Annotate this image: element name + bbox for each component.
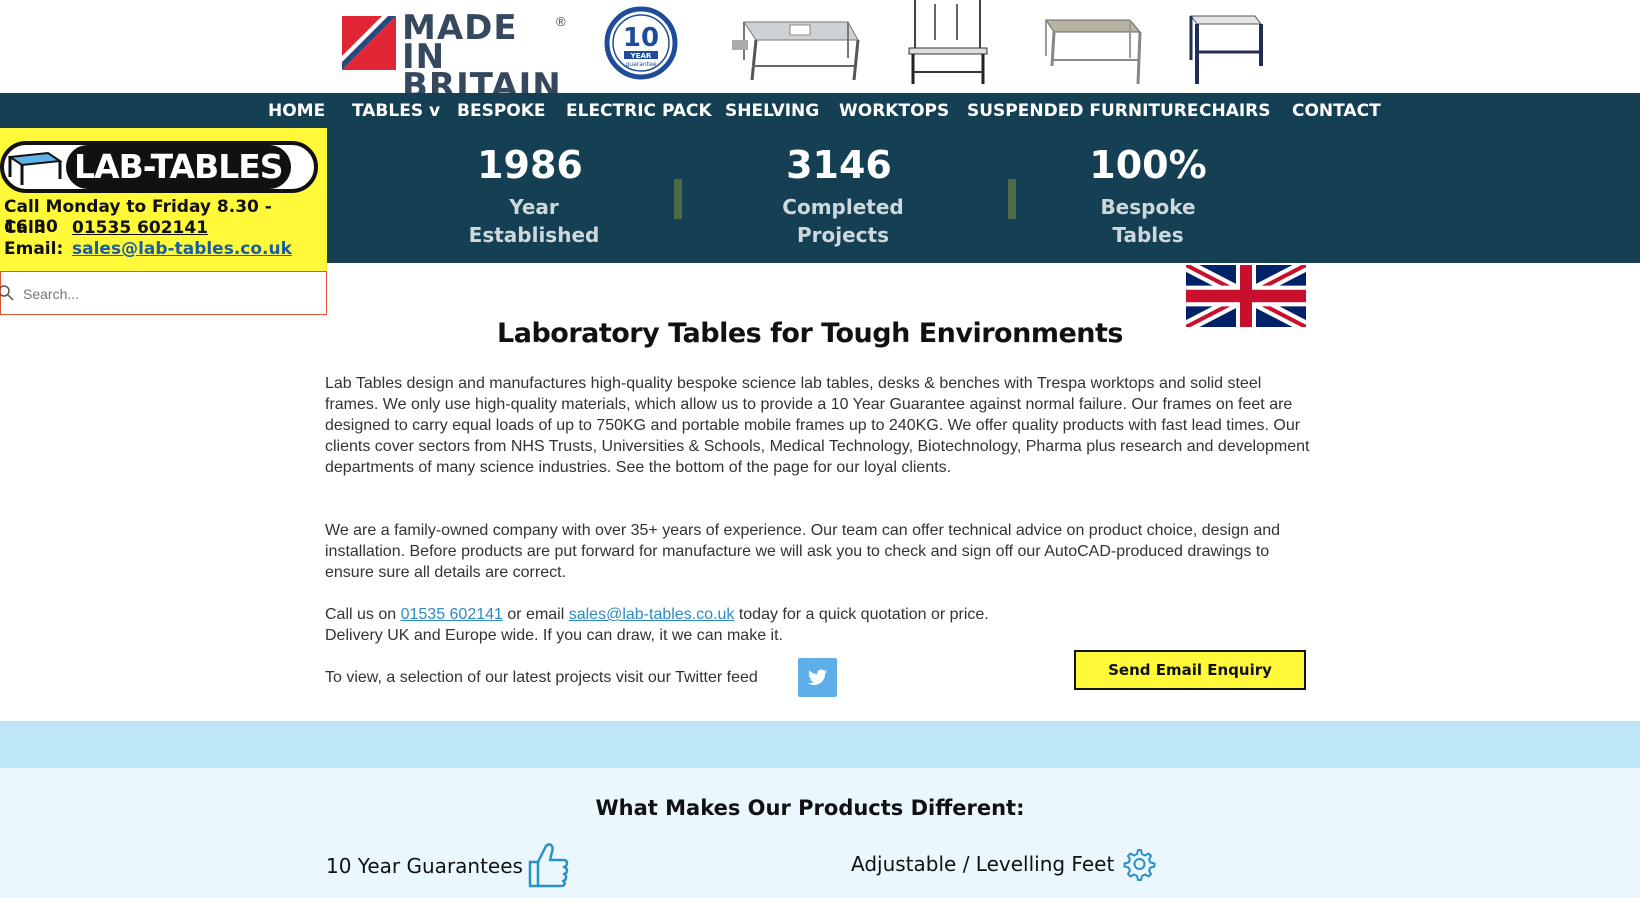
table-image-1	[732, 21, 860, 81]
contact-info-box: LAB-TABLES Call Monday to Friday 8.30 - …	[0, 128, 327, 271]
feature-levelling-feet: Adjustable / Levelling Feet	[851, 852, 1115, 876]
table-image-2	[908, 0, 988, 84]
nav-contact[interactable]: CONTACT	[1292, 93, 1381, 129]
table-image-4	[1189, 15, 1263, 84]
call-mid: or email	[502, 606, 569, 623]
registered-mark: ®	[556, 14, 566, 29]
divider-band	[0, 721, 1640, 768]
delivery-text: Delivery UK and Europe wide. If you can …	[325, 627, 783, 644]
nav-shelving[interactable]: SHELVING	[725, 93, 819, 129]
nav-chairs[interactable]: CHAIRS	[1199, 93, 1271, 129]
stat-bespoke-label-1: Bespoke	[1100, 195, 1196, 219]
nav-tables[interactable]: TABLES v	[352, 93, 440, 129]
stat-year-number: 1986	[477, 143, 583, 187]
nav-home[interactable]: HOME	[268, 93, 325, 129]
search-box	[0, 271, 327, 315]
stat-projects-label: Completed Projects	[733, 193, 953, 249]
stat-projects-number: 3146	[786, 143, 892, 187]
search-input[interactable]	[21, 280, 315, 308]
nav-worktops[interactable]: WORKTOPS	[839, 93, 949, 129]
company-paragraph: We are a family-owned company with over …	[325, 522, 1281, 581]
search-icon[interactable]	[0, 284, 15, 302]
call-prefix: Call us on	[325, 606, 401, 623]
logo-text: LAB-TABLES	[66, 145, 291, 189]
call-label: Call:	[4, 218, 47, 238]
gear-icon	[1123, 849, 1156, 881]
stat-year-label-2: Established	[468, 223, 600, 247]
twitter-bird-icon	[807, 669, 828, 686]
guarantee-year-text: YEAR	[630, 52, 652, 60]
table-logo-icon	[8, 151, 62, 185]
stat-bespoke-label-2: Tables	[1112, 223, 1184, 247]
call-row: Call: 01535 602141	[4, 218, 208, 238]
nav-suspended-furniture[interactable]: SUSPENDED FURNITURE	[967, 93, 1199, 129]
made-in-britain-logo: MADE IN BRITAIN ®	[342, 8, 570, 103]
email-link[interactable]: sales@lab-tables.co.uk	[72, 239, 292, 259]
features-title: What Makes Our Products Different:	[595, 796, 1025, 820]
intro-paragraph: Lab Tables design and manufactures high-…	[325, 375, 1310, 476]
feature-guarantees: 10 Year Guarantees	[326, 854, 523, 878]
stat-year-label: Year Established	[424, 193, 644, 249]
stat-projects-label-1: Completed	[782, 195, 904, 219]
table-image-3	[1045, 19, 1142, 85]
page-title: Laboratory Tables for Tough Environments	[497, 318, 1123, 349]
stat-divider	[674, 179, 682, 219]
top-banner: MADE IN BRITAIN ® 10 YEAR guarantee	[0, 0, 1640, 103]
made-in-text: MADE IN	[402, 8, 518, 77]
email-link[interactable]: sales@lab-tables.co.uk	[569, 606, 735, 623]
nav-bespoke[interactable]: BESPOKE	[457, 93, 546, 129]
contact-paragraph: Call us on 01535 602141 or email sales@l…	[325, 604, 1310, 625]
email-row: Email: sales@lab-tables.co.uk	[4, 239, 292, 259]
email-label: Email:	[4, 239, 64, 259]
thumbs-up-icon	[528, 843, 569, 888]
ten-year-guarantee-badge: 10 YEAR guarantee	[604, 6, 678, 80]
features-section	[0, 768, 1640, 898]
stat-projects-label-2: Projects	[796, 223, 889, 247]
stat-divider	[1008, 179, 1016, 219]
stat-bespoke-label: Bespoke Tables	[1038, 193, 1258, 249]
nav-electric-pack[interactable]: ELECTRIC PACK	[566, 93, 712, 129]
twitter-button[interactable]	[798, 658, 837, 697]
phone-link[interactable]: 01535 602141	[72, 218, 208, 238]
main-nav: HOME TABLES v BESPOKE ELECTRIC PACK SHEL…	[0, 93, 1640, 129]
lab-tables-logo[interactable]: LAB-TABLES	[0, 141, 318, 193]
guarantee-word-text: guarantee	[626, 61, 657, 68]
send-email-enquiry-button[interactable]: Send Email Enquiry	[1074, 650, 1306, 690]
union-arrow-icon	[342, 16, 396, 70]
phone-link[interactable]: 01535 602141	[401, 606, 503, 623]
guarantee-number: 10	[623, 23, 659, 53]
call-suffix: today for a quick quotation or price.	[734, 606, 989, 623]
stat-year-label-1: Year	[509, 195, 559, 219]
stat-bespoke-number: 100%	[1089, 143, 1207, 187]
